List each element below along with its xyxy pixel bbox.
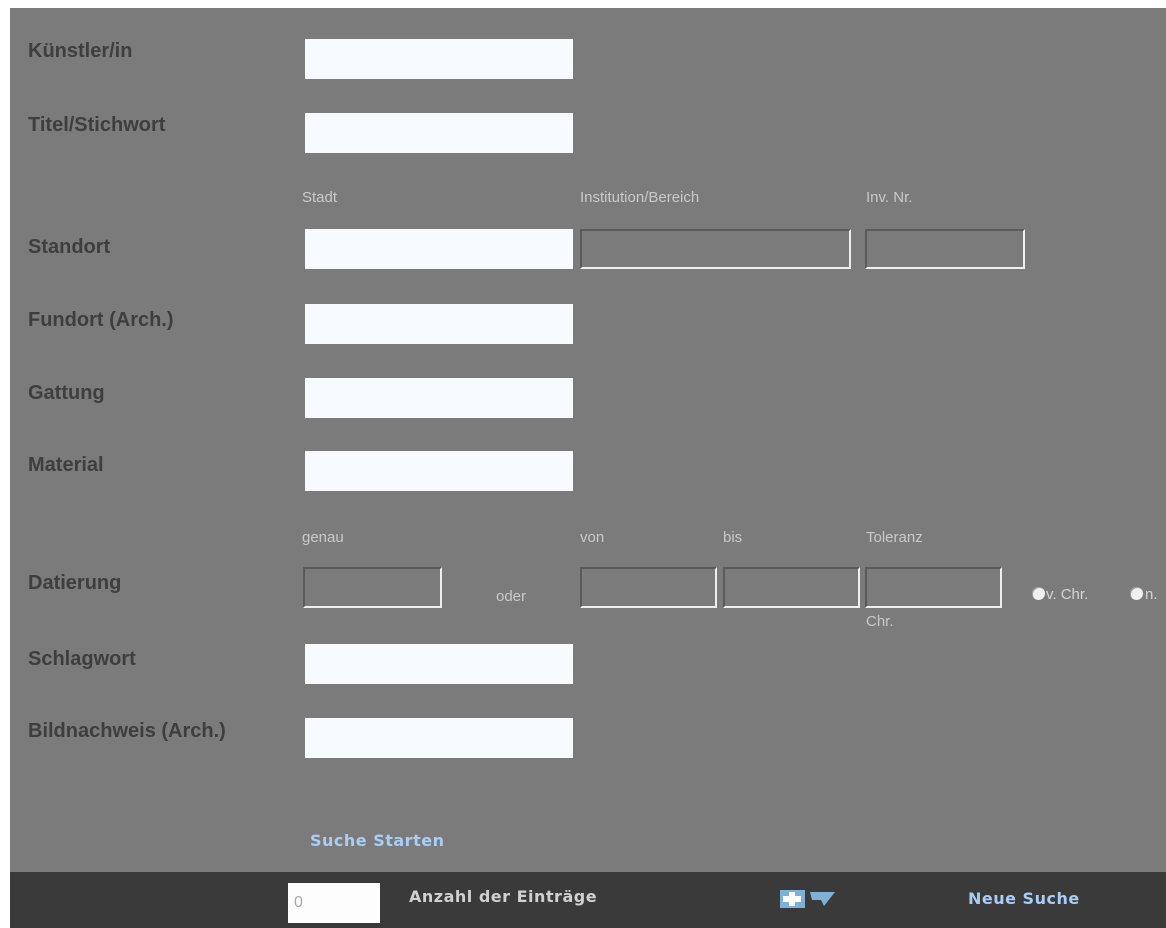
- bis-label: bis: [723, 529, 743, 546]
- titel-label: Titel/Stichwort: [28, 114, 166, 136]
- plus-arrow-icon[interactable]: [780, 888, 836, 914]
- fundort-input[interactable]: [305, 304, 573, 344]
- genau-label: genau: [302, 529, 344, 546]
- material-label: Material: [28, 454, 104, 476]
- fundort-label: Fundort (Arch.): [28, 309, 174, 331]
- toleranz-label: Toleranz: [866, 529, 923, 546]
- bis-input[interactable]: [723, 567, 860, 608]
- inv-nr-input[interactable]: [865, 229, 1025, 269]
- stadt-label: Stadt: [302, 189, 338, 206]
- entry-count-label: Anzahl der Einträge: [409, 887, 598, 906]
- institution-input[interactable]: [580, 229, 851, 269]
- kuenstler-label: Künstler/in: [28, 40, 133, 62]
- genau-input[interactable]: [303, 567, 442, 608]
- schlagwort-input[interactable]: [305, 644, 573, 684]
- gattung-input[interactable]: [305, 378, 573, 418]
- entry-count-field[interactable]: [288, 883, 380, 923]
- von-label: von: [580, 529, 605, 546]
- standort-label: Standort: [28, 236, 111, 258]
- n-chr-radio[interactable]: [1130, 587, 1143, 600]
- titel-input[interactable]: [305, 113, 573, 153]
- datierung-label: Datierung: [28, 572, 122, 594]
- schlagwort-label: Schlagwort: [28, 648, 136, 670]
- bildnachweis-label: Bildnachweis (Arch.): [28, 720, 226, 742]
- oder-label: oder: [496, 588, 527, 605]
- gattung-label: Gattung: [28, 382, 105, 404]
- institution-label: Institution/Bereich: [580, 189, 700, 206]
- inv-nr-label: Inv. Nr.: [866, 189, 913, 206]
- kuenstler-input[interactable]: [305, 39, 573, 79]
- n-chr-label: n.: [1145, 586, 1158, 603]
- material-input[interactable]: [305, 451, 573, 491]
- stadt-input[interactable]: [305, 229, 573, 269]
- suche-starten-button[interactable]: Suche Starten: [310, 831, 444, 850]
- von-input[interactable]: [580, 567, 717, 608]
- v-chr-label: v. Chr.: [1046, 586, 1089, 603]
- toleranz-input[interactable]: [865, 567, 1002, 608]
- neue-suche-button[interactable]: Neue Suche: [968, 889, 1080, 908]
- bildnachweis-input[interactable]: [305, 718, 573, 758]
- n-chr-label-wrapped: Chr.: [866, 613, 894, 630]
- v-chr-radio[interactable]: [1032, 587, 1045, 600]
